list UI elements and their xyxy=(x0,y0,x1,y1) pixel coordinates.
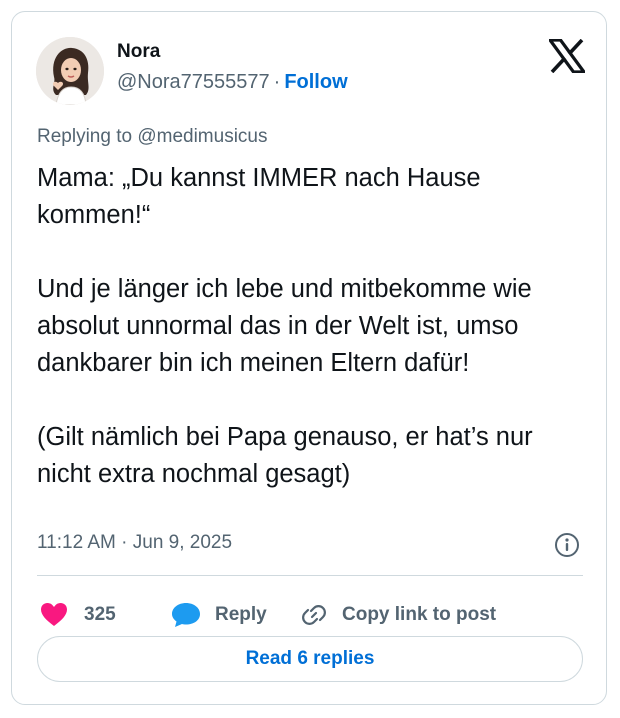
reply-label: Reply xyxy=(215,604,267,625)
avatar[interactable] xyxy=(36,37,104,105)
handle-separator: · xyxy=(273,71,281,93)
like-count: 325 xyxy=(84,604,116,625)
like-button[interactable]: 325 xyxy=(40,592,116,638)
tweet-timestamp[interactable]: 11:12 AM · Jun 9, 2025 xyxy=(37,532,232,554)
heart-icon xyxy=(41,603,67,626)
tweet-paragraph: Mama: „Du kannst IMMER nach Hause kommen… xyxy=(37,164,481,229)
follow-button[interactable]: Follow xyxy=(284,71,347,93)
avatar-illustration-icon xyxy=(36,37,104,105)
copy-link-label: Copy link to post xyxy=(342,604,497,625)
reply-bubble-icon xyxy=(172,603,200,627)
reply-button[interactable]: Reply xyxy=(171,592,267,638)
x-logo-icon[interactable] xyxy=(546,38,588,74)
author-handle-row: @Nora77555577 · Follow xyxy=(117,71,348,94)
action-bar: 325 Reply Copy link to post xyxy=(37,592,597,638)
tweet-text: Mama: „Du kannst IMMER nach Hause kommen… xyxy=(37,160,592,493)
replying-to[interactable]: Replying to @medimusicus xyxy=(37,126,268,148)
author-handle[interactable]: @Nora77555577 xyxy=(117,71,270,93)
read-replies-button[interactable]: Read 6 replies xyxy=(37,636,583,682)
tweet-card: Nora @Nora77555577 · Follow Replying to @m… xyxy=(11,11,607,705)
author-name[interactable]: Nora xyxy=(117,41,160,63)
info-icon[interactable] xyxy=(554,532,580,558)
divider xyxy=(37,575,583,576)
tweet-paragraph: Und je länger ich lebe und mitbekomme wi… xyxy=(37,275,532,377)
tweet-paragraph: (Gilt nämlich bei Papa genauso, er hat’s… xyxy=(37,423,533,488)
copy-link-button[interactable]: Copy link to post xyxy=(300,592,496,638)
link-icon xyxy=(302,605,326,625)
